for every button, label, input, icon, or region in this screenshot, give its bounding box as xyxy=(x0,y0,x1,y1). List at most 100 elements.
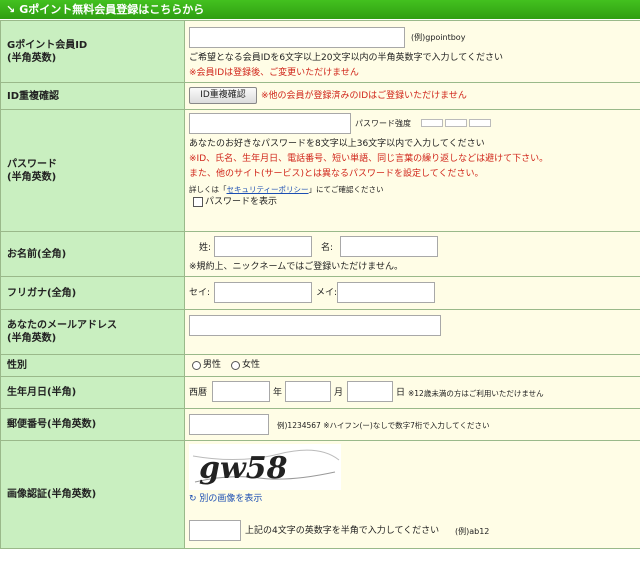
first-name-input[interactable] xyxy=(340,236,438,257)
row-gender: 性別 男性 女性 xyxy=(0,354,640,377)
id-check-button[interactable]: ID重複確認 xyxy=(189,87,257,104)
month-label: 月 xyxy=(334,388,344,398)
show-password-checkbox[interactable] xyxy=(193,197,203,207)
row-birth: 生年月日(半角) 西暦 年 月 日 ※12歳未満の方はご利用いただけません xyxy=(0,376,640,409)
password-label: パスワード xyxy=(7,158,57,170)
row-email: あなたのメールアドレス (半角英数) xyxy=(0,309,640,355)
password-input[interactable] xyxy=(189,113,351,134)
member-id-label: Gポイント会員ID xyxy=(7,39,88,51)
email-label: あなたのメールアドレス xyxy=(7,320,117,331)
cell-zip: 例)1234567 ※ハイフン(ー)なしで数字7桁で入力してください xyxy=(184,408,640,441)
header-arrow-icon: ↘ xyxy=(6,3,16,16)
strength-meter-2 xyxy=(445,119,467,127)
captcha-input[interactable] xyxy=(189,520,241,541)
refresh-icon: ↻ xyxy=(189,494,197,504)
cell-birth: 西暦 年 月 日 ※12歳未満の方はご利用いただけません xyxy=(184,376,640,409)
last-name-input[interactable] xyxy=(214,236,312,257)
strength-meter-3 xyxy=(469,119,491,127)
id-check-label: ID重複確認 xyxy=(7,90,60,102)
label-member-id: Gポイント会員ID (半角英数) xyxy=(0,20,185,83)
captcha-text: gw58 xyxy=(199,451,288,486)
label-id-check: ID重複確認 xyxy=(0,82,185,110)
cell-name: 姓: 名: ※規約上、ニックネームではご登録いただけません。 xyxy=(184,231,640,277)
cell-captcha: gw58 ↻ 別の画像を表示 上記の4文字の英数字を半角で入力してください (例… xyxy=(184,440,640,549)
female-radio[interactable] xyxy=(231,361,240,370)
kana-last-input[interactable] xyxy=(214,282,312,303)
kana-first-input[interactable] xyxy=(337,282,435,303)
show-password-label: パスワードを表示 xyxy=(205,197,278,207)
captcha-refresh[interactable]: ↻ 別の画像を表示 xyxy=(189,493,262,505)
policy-prefix: 詳しくは「 xyxy=(189,185,227,194)
birth-label: 生年月日(半角) xyxy=(7,387,77,398)
name-note: ※規約上、ニックネームではご登録いただけません。 xyxy=(189,262,404,272)
zip-note: 例)1234567 ※ハイフン(ー)なしで数字7桁で入力してください xyxy=(277,421,490,430)
form-header: ↘ Gポイント無料会員登録はこちらから xyxy=(0,0,640,19)
row-zip: 郵便番号(半角英数) 例)1234567 ※ハイフン(ー)なしで数字7桁で入力し… xyxy=(0,408,640,441)
label-kana: フリガナ(全角) xyxy=(0,276,185,310)
member-id-note: ご希望となる会員IDを6文字以上20文字以内の半角英数字で入力してください xyxy=(189,53,503,63)
member-id-input[interactable] xyxy=(189,27,405,48)
email-input[interactable] xyxy=(189,315,441,336)
password-warning-1: ※ID、氏名、生年月日、電話番号、短い単語、同じ言葉の繰り返しなどは避けて下さい… xyxy=(189,154,549,164)
kana-label: フリガナ(全角) xyxy=(7,287,77,299)
registration-page: ↘ Gポイント無料会員登録はこちらから Gポイント会員ID (半角英数) (例)g… xyxy=(0,0,640,563)
row-kana: フリガナ(全角) セイ: メイ: xyxy=(0,276,640,310)
email-sublabel: (半角英数) xyxy=(7,333,57,344)
era-label: 西暦 xyxy=(189,388,208,398)
label-captcha: 画像認証(半角英数) xyxy=(0,440,185,549)
female-label: 女性 xyxy=(242,360,261,370)
member-id-warning: ※会員IDは登録後、ご変更いただけません xyxy=(189,68,359,78)
birth-day-input[interactable] xyxy=(347,381,393,402)
cell-email xyxy=(184,309,640,355)
policy-line: 詳しくは「セキュリティーポリシー」にてご確認ください xyxy=(189,184,384,196)
captcha-example: (例)ab12 xyxy=(455,527,490,536)
password-warning-2: また、他のサイト(サービス)とは異なるパスワードを設定してください。 xyxy=(189,169,484,179)
captcha-graphic: gw58 xyxy=(192,449,340,486)
cell-gender: 男性 女性 xyxy=(184,354,640,377)
strength-meter-1 xyxy=(421,119,443,127)
captcha-image: gw58 xyxy=(189,444,341,490)
password-strength-label: パスワード強度 xyxy=(355,119,411,128)
zip-input[interactable] xyxy=(189,414,269,435)
password-sublabel: (半角英数) xyxy=(7,171,57,183)
cell-kana: セイ: メイ: xyxy=(184,276,640,310)
zip-label: 郵便番号(半角英数) xyxy=(7,419,97,430)
label-zip: 郵便番号(半角英数) xyxy=(0,408,185,441)
id-check-warning: ※他の会員が登録済みのIDはご登録いただけません xyxy=(261,91,467,101)
birth-year-input[interactable] xyxy=(212,381,270,402)
security-policy-link[interactable]: セキュリティーポリシー xyxy=(227,185,309,194)
kana-sei-label: セイ: xyxy=(189,288,211,298)
row-member-id: Gポイント会員ID (半角英数) (例)gpointboy ご希望となる会員ID… xyxy=(0,20,640,83)
password-note: あなたのお好きなパスワードを8文字以上36文字以内で入力してください xyxy=(189,139,485,149)
male-label: 男性 xyxy=(203,360,222,370)
mei-label: 名: xyxy=(321,243,334,253)
member-id-example: (例)gpointboy xyxy=(411,33,466,42)
year-label: 年 xyxy=(273,388,283,398)
label-gender: 性別 xyxy=(0,354,185,377)
label-birth: 生年月日(半角) xyxy=(0,376,185,409)
captcha-label: 画像認証(半角英数) xyxy=(7,489,97,500)
member-id-sublabel: (半角英数) xyxy=(7,52,57,64)
birth-month-input[interactable] xyxy=(285,381,331,402)
label-password: パスワード (半角英数) xyxy=(0,109,185,232)
row-captcha: 画像認証(半角英数) gw58 ↻ 別の画像を表示 上記の4文字の英数字を半角で… xyxy=(0,440,640,549)
day-label: 日 xyxy=(396,388,406,398)
kana-mei-label: メイ: xyxy=(316,288,338,298)
cell-member-id: (例)gpointboy ご希望となる会員IDを6文字以上20文字以内の半角英数… xyxy=(184,20,640,83)
male-radio[interactable] xyxy=(192,361,201,370)
cell-id-check: ID重複確認 ※他の会員が登録済みのIDはご登録いただけません xyxy=(184,82,640,110)
captcha-refresh-label: 別の画像を表示 xyxy=(199,494,263,504)
row-password: パスワード (半角英数) パスワード強度 あなたのお好きなパスワードを8文字以上… xyxy=(0,109,640,232)
row-id-check: ID重複確認 ID重複確認 ※他の会員が登録済みのIDはご登録いただけません xyxy=(0,82,640,110)
registration-form: Gポイント会員ID (半角英数) (例)gpointboy ご希望となる会員ID… xyxy=(0,20,640,549)
name-label: お名前(全角) xyxy=(7,248,67,260)
form-title: Gポイント無料会員登録はこちらから xyxy=(19,3,205,16)
cell-password: パスワード強度 あなたのお好きなパスワードを8文字以上36文字以内で入力してくだ… xyxy=(184,109,640,232)
label-name: お名前(全角) xyxy=(0,231,185,277)
policy-suffix: 」にてご確認ください xyxy=(308,185,384,194)
captcha-note: 上記の4文字の英数字を半角で入力してください xyxy=(245,526,440,536)
birth-note: ※12歳未満の方はご利用いただけません xyxy=(408,389,544,398)
gender-label: 性別 xyxy=(7,360,27,371)
label-email: あなたのメールアドレス (半角英数) xyxy=(0,309,185,355)
row-name: お名前(全角) 姓: 名: ※規約上、ニックネームではご登録いただけません。 xyxy=(0,231,640,277)
